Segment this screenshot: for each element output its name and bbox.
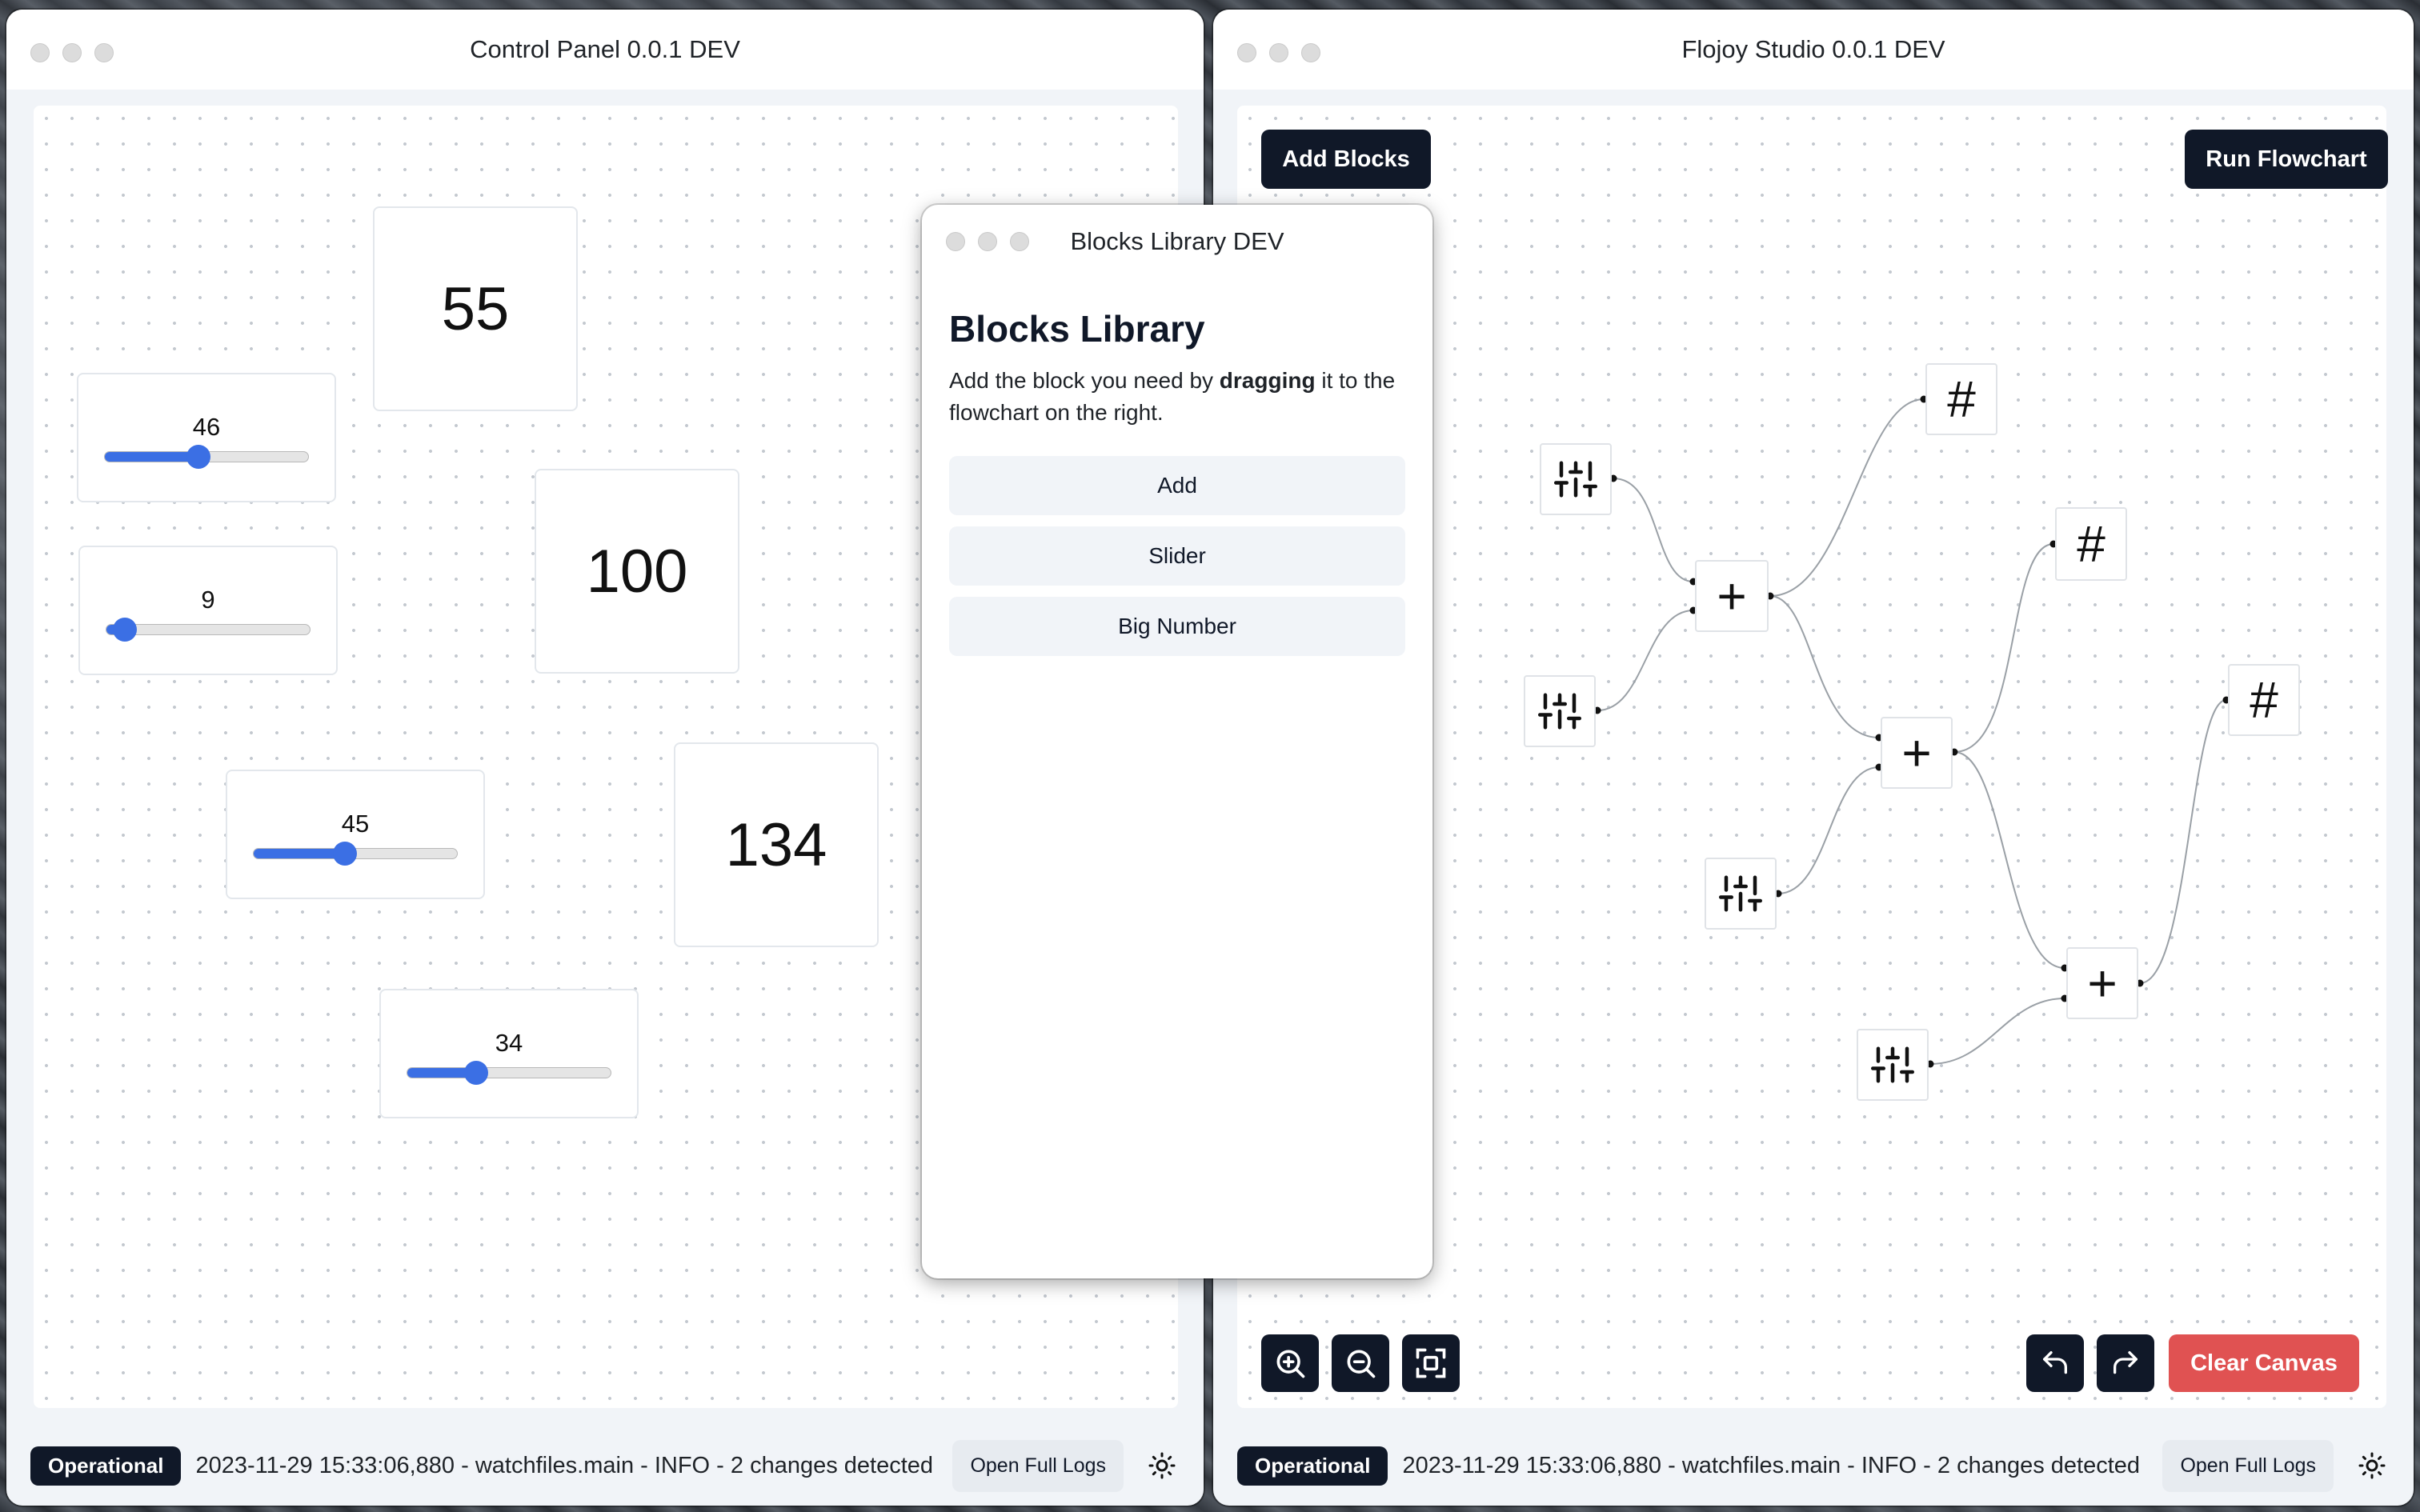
slider-thumb[interactable]	[333, 842, 358, 866]
slider-value: 9	[201, 586, 215, 614]
slider-node[interactable]	[1705, 858, 1777, 930]
library-item-add[interactable]: Add	[949, 456, 1405, 515]
slider-track[interactable]	[106, 618, 311, 642]
window-controls[interactable]	[946, 232, 1029, 251]
blocks-library-titlebar: Blocks Library DEV	[922, 205, 1432, 278]
close-window-button[interactable]	[946, 232, 965, 251]
library-heading: Blocks Library	[949, 308, 1205, 350]
plus-icon: +	[1901, 724, 1932, 782]
big-number-node[interactable]: #	[2055, 507, 2127, 581]
window-controls[interactable]	[30, 43, 114, 62]
hash-icon: #	[2250, 671, 2278, 729]
big-number-node[interactable]: #	[1925, 363, 1997, 435]
add-node[interactable]: +	[1881, 717, 1953, 789]
slider-track[interactable]	[104, 445, 309, 469]
sliders-icon	[1538, 693, 1581, 730]
fit-view-button[interactable]	[1402, 1334, 1460, 1392]
library-description: Add the block you need by dragging it to…	[949, 365, 1405, 429]
status-bar: Operational 2023-11-29 15:33:06,880 - wa…	[6, 1426, 1204, 1506]
sliders-icon	[1554, 461, 1597, 498]
theme-toggle-sun-icon[interactable]	[1144, 1448, 1180, 1483]
big-number-widget[interactable]: 100	[535, 469, 739, 674]
slider-node[interactable]	[1540, 443, 1612, 515]
plus-icon: +	[1717, 567, 1747, 625]
slider-widget[interactable]: 45	[226, 770, 485, 899]
window-controls[interactable]	[1237, 43, 1320, 62]
blocks-library-window: Blocks Library DEV Blocks Library Add th…	[922, 205, 1432, 1278]
zoom-in-button[interactable]	[1261, 1334, 1319, 1392]
log-line: 2023-11-29 15:33:06,880 - watchfiles.mai…	[1402, 1452, 2141, 1478]
control-panel-titlebar: Control Panel 0.0.1 DEV	[6, 10, 1204, 90]
fit-view-icon	[1416, 1348, 1446, 1378]
slider-track[interactable]	[407, 1061, 611, 1085]
slider-fill	[105, 452, 198, 462]
slider-thumb[interactable]	[464, 1061, 489, 1085]
status-badge: Operational	[1237, 1446, 1388, 1486]
library-item-big-number[interactable]: Big Number	[949, 597, 1405, 656]
slider-value: 46	[192, 413, 221, 441]
add-node[interactable]: +	[2066, 947, 2138, 1019]
minimize-window-button[interactable]	[978, 232, 997, 251]
slider-widget[interactable]: 46	[77, 373, 336, 502]
slider-value: 45	[341, 810, 370, 838]
window-title: Control Panel 0.0.1 DEV	[470, 35, 740, 63]
minimize-window-button[interactable]	[1269, 43, 1288, 62]
slider-node[interactable]	[1857, 1029, 1929, 1101]
big-number-value: 134	[725, 810, 827, 879]
slider-fill	[254, 849, 346, 858]
studio-titlebar: Flojoy Studio 0.0.1 DEV	[1213, 10, 2414, 90]
run-flowchart-button[interactable]: Run Flowchart	[2185, 130, 2388, 189]
slider-track[interactable]	[253, 842, 458, 866]
window-title: Blocks Library DEV	[1070, 227, 1284, 255]
description-emphasis: dragging	[1219, 368, 1316, 393]
plus-icon: +	[2087, 954, 2118, 1012]
redo-icon	[2113, 1351, 2138, 1374]
hash-icon: #	[1947, 370, 1976, 428]
slider-widget[interactable]: 9	[78, 546, 338, 675]
big-number-value: 100	[586, 537, 688, 606]
library-item-slider[interactable]: Slider	[949, 526, 1405, 586]
window-title: Flojoy Studio 0.0.1 DEV	[1681, 35, 1945, 63]
close-window-button[interactable]	[30, 43, 50, 62]
slider-widget[interactable]: 34	[379, 989, 639, 1118]
slider-thumb[interactable]	[112, 618, 137, 642]
slider-thumb[interactable]	[186, 445, 210, 469]
zoom-out-icon	[1347, 1350, 1376, 1378]
status-bar: Operational 2023-11-29 15:33:06,880 - wa…	[1213, 1426, 2414, 1506]
add-node[interactable]: +	[1695, 560, 1769, 632]
close-window-button[interactable]	[1237, 43, 1256, 62]
sliders-icon	[1871, 1046, 1914, 1083]
redo-button[interactable]	[2097, 1334, 2154, 1392]
zoom-window-button[interactable]	[1010, 232, 1029, 251]
zoom-window-button[interactable]	[1301, 43, 1320, 62]
zoom-in-icon	[1276, 1350, 1305, 1378]
undo-icon	[2043, 1351, 2067, 1374]
description-text: Add the block you need by	[949, 368, 1220, 393]
log-line: 2023-11-29 15:33:06,880 - watchfiles.mai…	[195, 1452, 934, 1478]
undo-button[interactable]	[2026, 1334, 2084, 1392]
slider-value: 34	[495, 1029, 523, 1057]
open-full-logs-button[interactable]: Open Full Logs	[952, 1439, 1124, 1492]
big-number-value: 55	[441, 274, 510, 343]
clear-canvas-button[interactable]: Clear Canvas	[2169, 1334, 2359, 1392]
open-full-logs-button[interactable]: Open Full Logs	[2162, 1439, 2334, 1492]
minimize-window-button[interactable]	[62, 43, 82, 62]
status-badge: Operational	[30, 1446, 182, 1486]
big-number-node[interactable]: #	[2228, 664, 2300, 736]
sliders-icon	[1719, 875, 1762, 912]
theme-toggle-sun-icon[interactable]	[2354, 1448, 2390, 1483]
big-number-widget[interactable]: 134	[674, 742, 879, 947]
hash-icon: #	[2077, 515, 2105, 573]
add-blocks-button[interactable]: Add Blocks	[1261, 130, 1431, 189]
slider-node[interactable]	[1524, 675, 1596, 747]
zoom-window-button[interactable]	[94, 43, 114, 62]
big-number-widget[interactable]: 55	[373, 206, 578, 411]
zoom-out-button[interactable]	[1332, 1334, 1389, 1392]
